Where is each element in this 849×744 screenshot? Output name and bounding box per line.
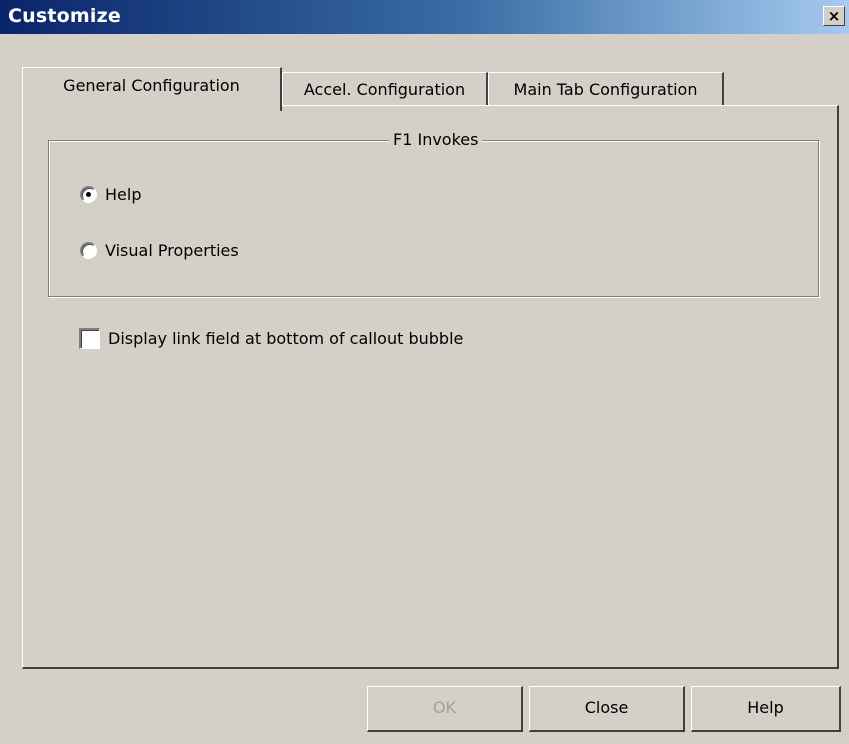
close-button[interactable]: Close (529, 686, 685, 732)
tab-label: Main Tab Configuration (513, 80, 698, 99)
radio-label: Help (105, 184, 142, 204)
radio-selected-dot (86, 191, 91, 197)
customize-dialog: Customize × General Configuration Accel.… (0, 0, 849, 744)
general-configuration-panel: F1 Invokes Help Visual Properties Displa… (22, 105, 839, 669)
close-window-button[interactable]: × (823, 6, 845, 26)
radio-button-icon[interactable] (80, 241, 97, 259)
tab-label: General Configuration (63, 76, 240, 95)
radio-label: Visual Properties (105, 240, 239, 260)
tab-main-tab-configuration[interactable]: Main Tab Configuration (488, 72, 724, 108)
title-bar[interactable]: Customize × (0, 0, 849, 34)
f1-invokes-groupbox: F1 Invokes Help Visual Properties (48, 130, 819, 297)
close-icon: × (827, 7, 841, 25)
tab-general-configuration[interactable]: General Configuration (22, 67, 282, 111)
checkbox-label: Display link field at bottom of callout … (108, 328, 464, 348)
groupbox-legend: F1 Invokes (389, 130, 483, 149)
tab-label: Accel. Configuration (303, 80, 466, 99)
display-link-field-checkbox-row[interactable]: Display link field at bottom of callout … (79, 326, 463, 350)
window-title: Customize (8, 5, 121, 27)
radio-button-icon[interactable] (80, 185, 97, 203)
radio-visual-properties[interactable]: Visual Properties (80, 239, 239, 261)
ok-button[interactable]: OK (367, 686, 523, 732)
tab-accel-configuration[interactable]: Accel. Configuration (282, 72, 488, 108)
checkbox-icon[interactable] (79, 327, 100, 349)
radio-help[interactable]: Help (80, 183, 141, 205)
help-button[interactable]: Help (691, 686, 841, 732)
